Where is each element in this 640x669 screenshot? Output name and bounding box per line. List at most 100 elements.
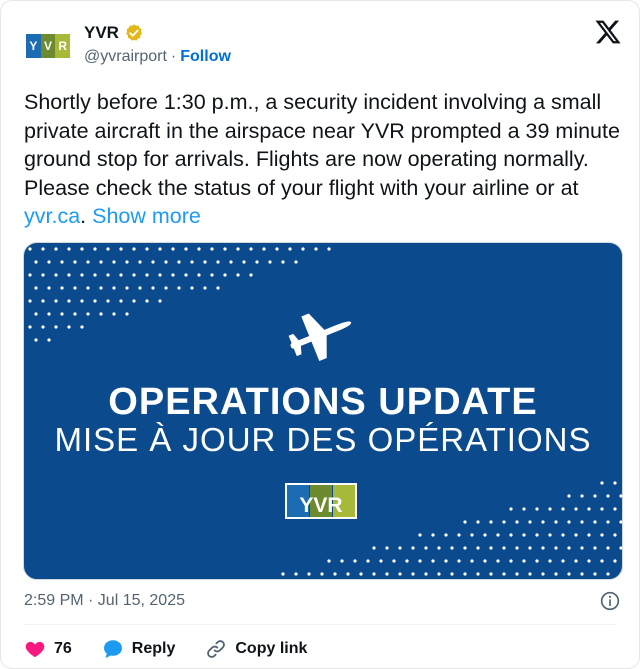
pattern-dot <box>457 559 461 563</box>
pattern-dot <box>574 507 578 511</box>
pattern-dot <box>60 312 64 316</box>
tweet-body: Shortly before 1:30 p.m., a security inc… <box>24 90 620 200</box>
pattern-dot <box>177 286 181 290</box>
pattern-dot <box>528 520 532 524</box>
pattern-dot <box>593 572 597 576</box>
pattern-dot <box>535 533 539 537</box>
pattern-dot <box>151 286 155 290</box>
pattern-dot <box>197 247 201 251</box>
pattern-dot <box>73 312 77 316</box>
pattern-dot <box>41 299 45 303</box>
pattern-dot <box>509 533 513 537</box>
pattern-dot <box>236 273 240 277</box>
pattern-dot <box>190 286 194 290</box>
pattern-dot <box>593 546 597 550</box>
x-logo-icon[interactable] <box>594 18 622 46</box>
pattern-dot <box>190 260 194 264</box>
pattern-dot <box>600 481 604 485</box>
copy-link-button[interactable]: Copy link <box>205 638 307 660</box>
pattern-dot <box>47 312 51 316</box>
handle-separator: · <box>170 48 177 65</box>
pattern-dot <box>567 494 571 498</box>
pattern-dot <box>444 533 448 537</box>
pattern-dot <box>541 520 545 524</box>
pattern-dot <box>268 260 272 264</box>
pattern-dot <box>606 572 610 576</box>
pattern-dot <box>340 559 344 563</box>
tweet-text: Shortly before 1:30 p.m., a security inc… <box>24 88 624 231</box>
show-more-link[interactable]: Show more <box>92 204 201 228</box>
pattern-dot <box>574 559 578 563</box>
like-button[interactable]: 76 <box>24 638 72 660</box>
pattern-dot <box>398 572 402 576</box>
pattern-dot <box>613 481 617 485</box>
tweet-timestamp[interactable]: 2:59 PM · Jul 15, 2025 <box>24 592 185 610</box>
pattern-dot <box>554 546 558 550</box>
pattern-dot <box>554 520 558 524</box>
pattern-dot <box>587 533 591 537</box>
yvr-logo-graphic: YVR <box>287 485 355 517</box>
pattern-dot <box>203 286 207 290</box>
author-handle[interactable]: @yvrairport <box>84 48 167 66</box>
pattern-dot <box>99 286 103 290</box>
pattern-dot <box>463 546 467 550</box>
pattern-dot <box>431 559 435 563</box>
author-display-name[interactable]: YVR <box>84 23 119 43</box>
avatar[interactable]: Y V R <box>24 22 72 70</box>
pattern-dot <box>463 572 467 576</box>
pattern-dot <box>184 273 188 277</box>
pattern-dot <box>366 559 370 563</box>
pattern-dot <box>125 286 129 290</box>
reply-bubble-icon <box>103 640 122 659</box>
pattern-dot <box>28 325 32 329</box>
pattern-dot <box>600 559 604 563</box>
pattern-dot <box>580 546 584 550</box>
pattern-dot <box>522 559 526 563</box>
pattern-dot <box>93 247 97 251</box>
pattern-dot <box>470 533 474 537</box>
pattern-dot <box>158 299 162 303</box>
pattern-dot <box>93 299 97 303</box>
pattern-dot <box>515 572 519 576</box>
pattern-dot <box>60 260 64 264</box>
pattern-dot <box>249 247 253 251</box>
pattern-dot <box>392 559 396 563</box>
follow-button[interactable]: Follow <box>180 48 231 66</box>
pattern-dot <box>132 273 136 277</box>
pattern-dot <box>567 520 571 524</box>
pattern-dot <box>307 572 311 576</box>
pattern-dot <box>34 260 38 264</box>
pattern-dot <box>171 247 175 251</box>
tweet-link-period: . <box>80 204 87 228</box>
pattern-dot <box>600 507 604 511</box>
pattern-dot <box>476 520 480 524</box>
pattern-dot <box>372 546 376 550</box>
pattern-dot <box>548 533 552 537</box>
divider <box>24 624 616 625</box>
pattern-dot <box>489 572 493 576</box>
pattern-dot <box>67 325 71 329</box>
pattern-dot <box>93 273 97 277</box>
pattern-dot <box>106 273 110 277</box>
pattern-dot <box>502 546 506 550</box>
pattern-dot <box>593 520 597 524</box>
tweet-link[interactable]: yvr.ca <box>24 204 80 228</box>
pattern-dot <box>502 572 506 576</box>
pattern-dot <box>210 273 214 277</box>
pattern-dot <box>561 533 565 537</box>
pattern-dot <box>580 494 584 498</box>
info-icon[interactable] <box>600 591 620 611</box>
airplane-icon <box>288 313 352 361</box>
reply-button[interactable]: Reply <box>102 638 176 660</box>
pattern-dot <box>476 546 480 550</box>
pattern-dot <box>483 559 487 563</box>
pattern-dot <box>398 546 402 550</box>
pattern-dot <box>522 507 526 511</box>
reply-label: Reply <box>131 640 176 657</box>
pattern-dot <box>444 559 448 563</box>
pattern-dot <box>99 312 103 316</box>
pattern-dot <box>184 247 188 251</box>
pattern-dot <box>489 520 493 524</box>
pattern-dot <box>151 260 155 264</box>
pattern-dot <box>379 559 383 563</box>
